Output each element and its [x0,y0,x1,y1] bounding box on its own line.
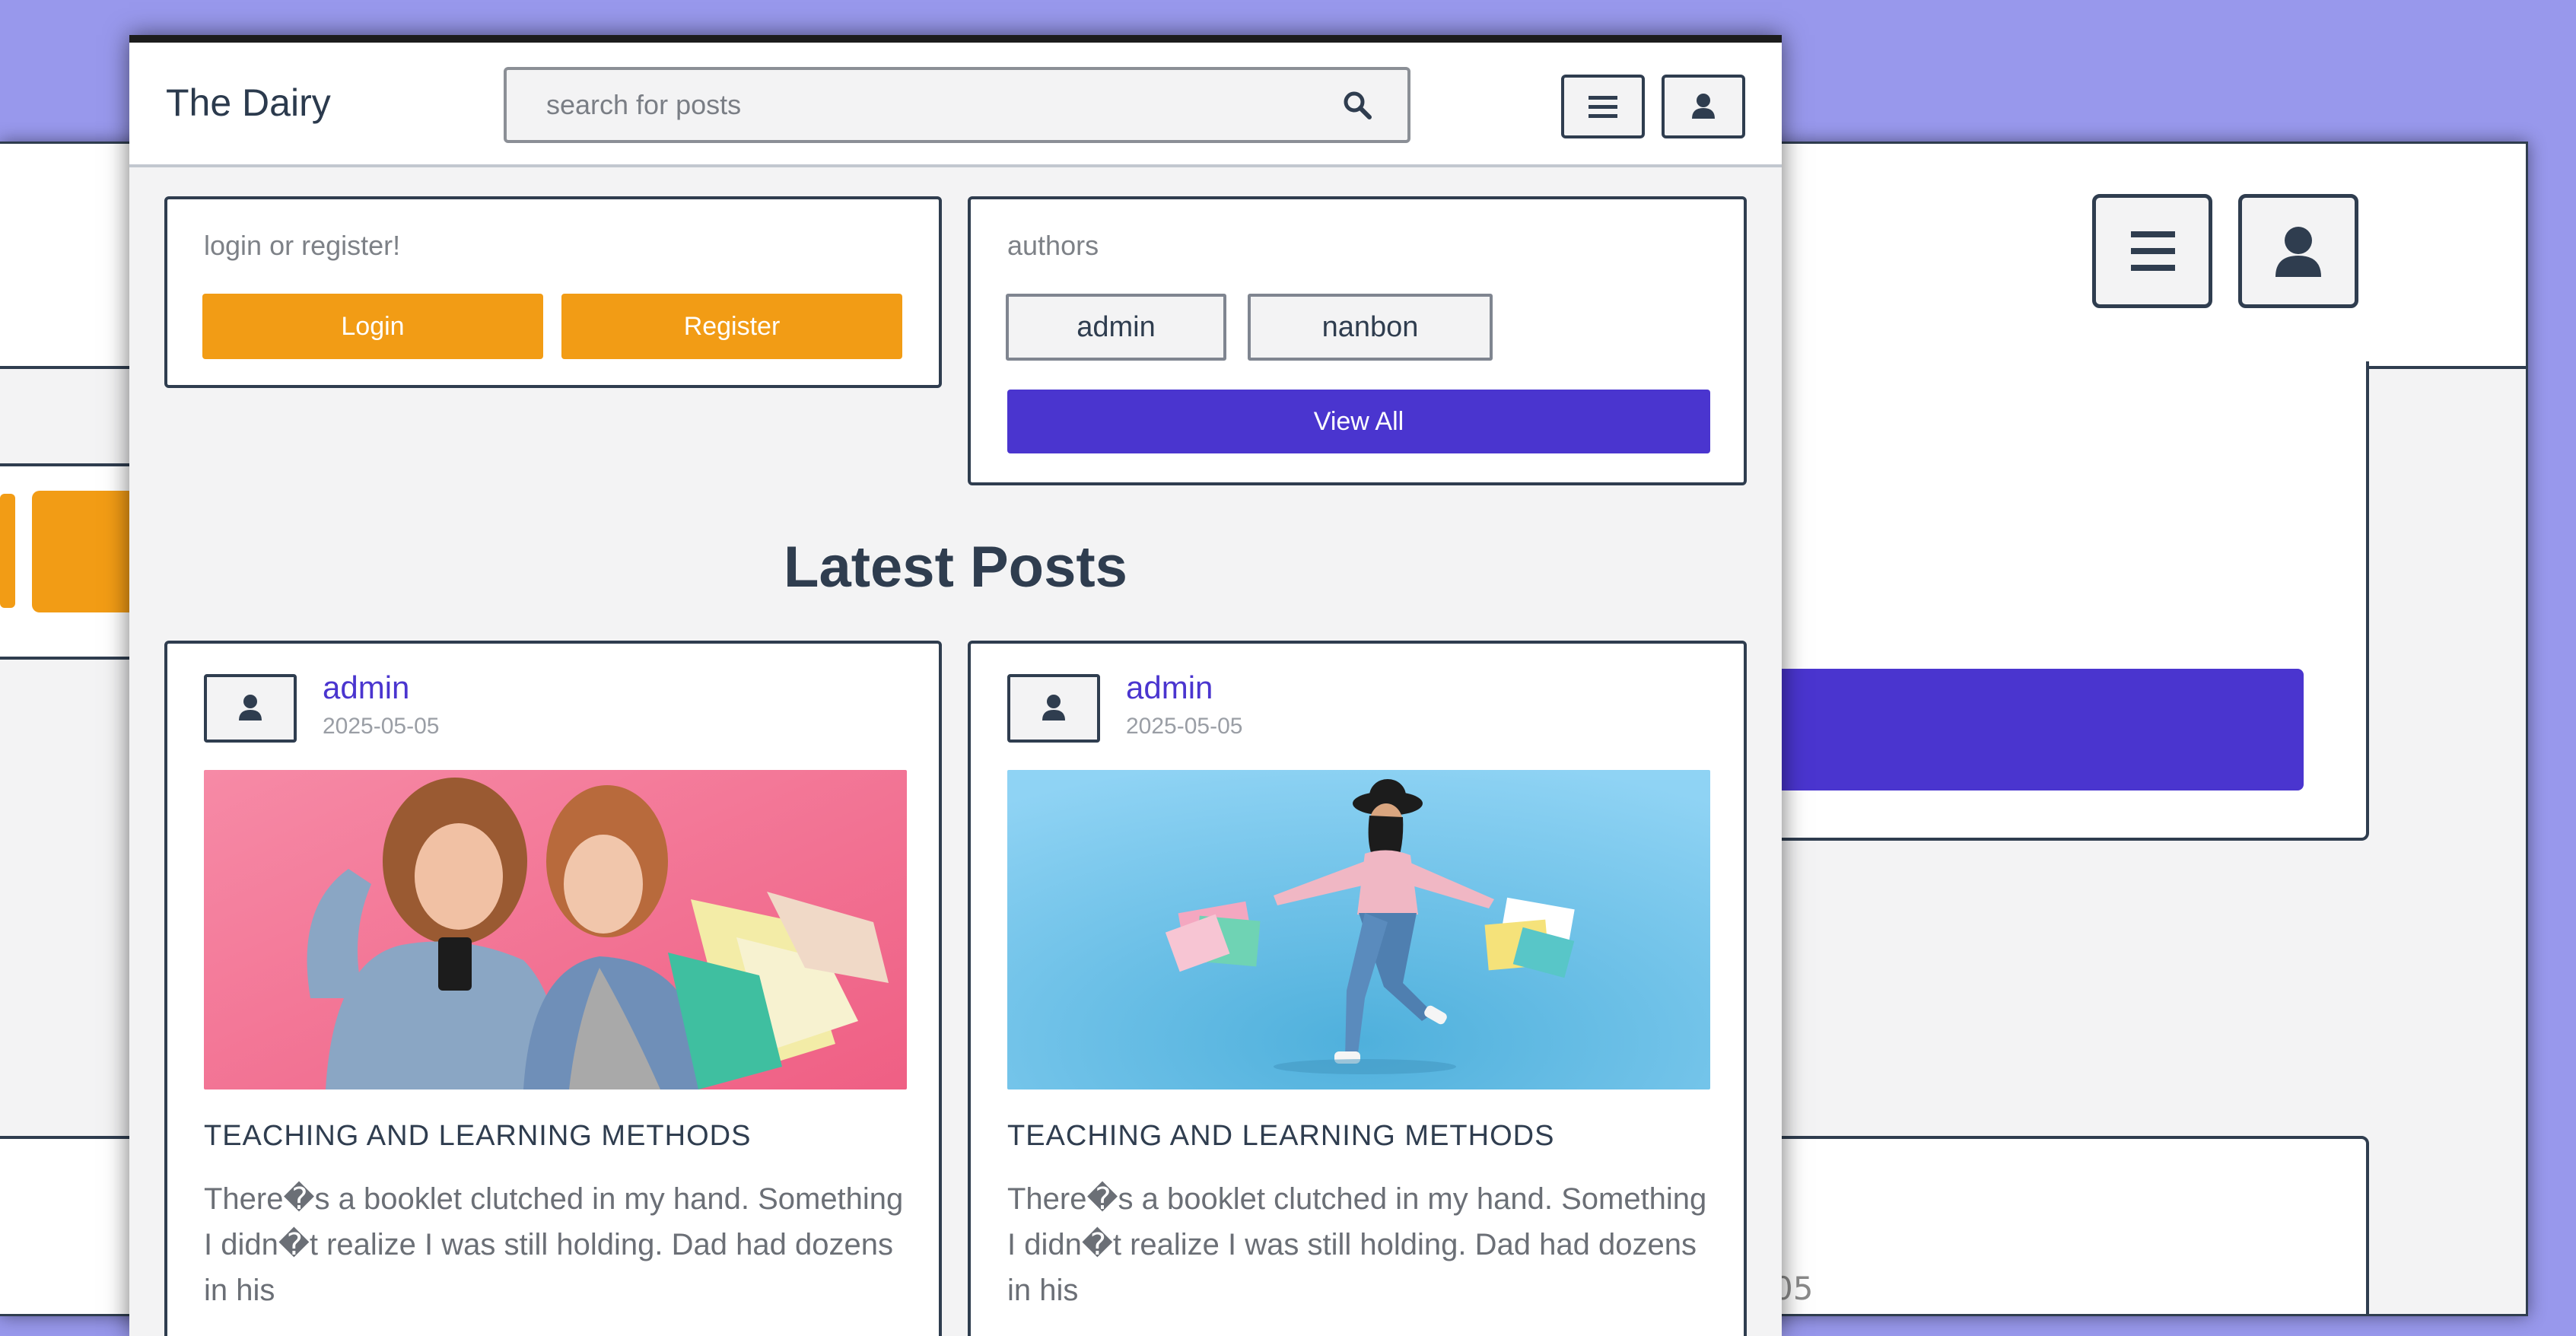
background-user-button[interactable] [2238,194,2358,308]
register-button[interactable]: Register [561,294,902,359]
author-tag-nanbon[interactable]: nanbon [1248,294,1493,361]
login-button[interactable]: Login [202,294,543,359]
author-tag-admin[interactable]: admin [1006,294,1226,361]
post-image[interactable] [204,770,907,1089]
post-author-avatar[interactable] [1007,674,1100,743]
user-icon [1692,94,1715,119]
hamburger-menu-icon [2131,231,2175,271]
post-author-name[interactable]: admin [1126,670,1213,706]
user-icon [239,695,262,720]
post-author-name[interactable]: admin [323,670,409,706]
post-date: 2025-05-05 [1126,714,1243,739]
post-author-avatar[interactable] [204,674,297,743]
search-bar[interactable] [504,67,1410,143]
user-button[interactable] [1662,75,1745,138]
post-title[interactable]: TEACHING AND LEARNING METHODS [1007,1120,1554,1153]
authors-card-label: authors [1007,230,1099,261]
background-orange-button-fragment[interactable] [0,494,15,608]
post-card[interactable]: admin 2025-05-05 TEACHING AND LEARNING M… [164,641,942,1336]
hamburger-menu-icon [1589,96,1617,118]
user-icon [1042,695,1065,720]
foreground-browser-window: The Dairy login or register! Login [129,35,1782,1336]
post-card[interactable]: admin 2025-05-05 TEACHING AND LEARNING M… [968,641,1747,1336]
view-all-authors-button[interactable]: View All [1007,390,1710,453]
auth-card-label: login or register! [204,230,401,261]
site-brand[interactable]: The Dairy [166,81,331,125]
user-icon [2275,227,2321,277]
post-excerpt: There�s a booklet clutched in my hand. S… [1007,1182,1707,1307]
authors-card: authors admin nanbon View All [968,196,1747,485]
post-excerpt: There�s a booklet clutched in my hand. S… [204,1182,904,1307]
menu-button[interactable] [1561,75,1645,138]
site-header: The Dairy [129,43,1782,167]
search-icon[interactable] [1340,88,1374,122]
background-menu-button[interactable] [2092,194,2212,308]
latest-posts-heading: Latest Posts [784,535,1127,600]
post-date: 2025-05-05 [323,714,440,739]
auth-card: login or register! Login Register [164,196,942,388]
post-image[interactable] [1007,770,1710,1089]
woman-jumping-shopping-bags-photo [1007,770,1710,1089]
search-input[interactable] [545,88,1232,122]
two-women-shopping-bags-photo [204,770,907,1089]
post-title[interactable]: TEACHING AND LEARNING METHODS [204,1120,751,1153]
background-post-card [1742,1136,2369,1314]
